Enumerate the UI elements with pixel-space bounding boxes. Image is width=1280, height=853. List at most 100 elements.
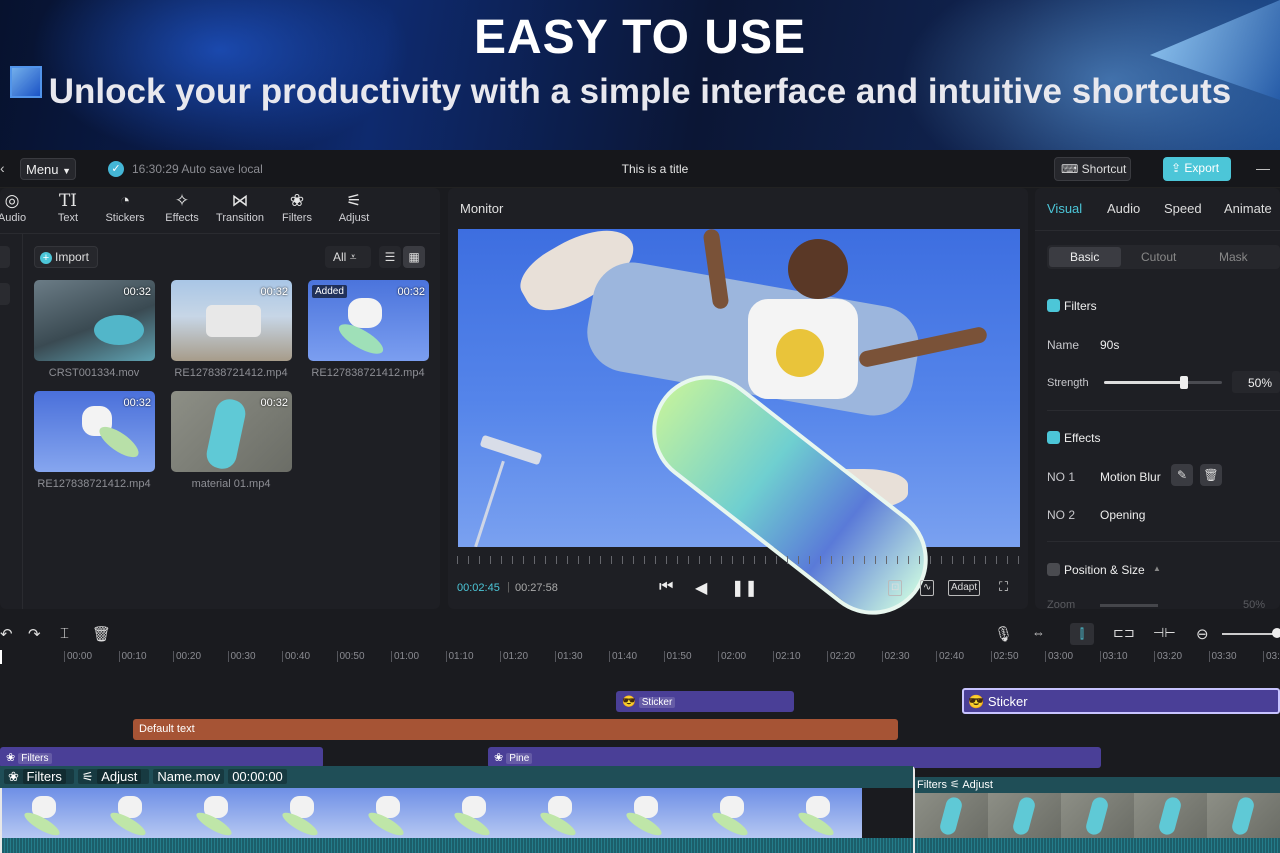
link-icon[interactable]: ⇔: [1032, 625, 1045, 640]
media-thumbnail[interactable]: 00:32: [171, 391, 292, 472]
snap-icon[interactable]: ⫿: [1070, 623, 1094, 645]
effects-checkbox[interactable]: [1047, 431, 1060, 444]
fullscreen-icon[interactable]: ⛶: [999, 579, 1008, 595]
filters-icon: ❀: [289, 191, 305, 210]
filter-dropdown[interactable]: All ⩡: [325, 246, 371, 268]
tool-effects[interactable]: ✧ Effects: [154, 190, 210, 224]
back-icon[interactable]: ‹: [0, 160, 5, 176]
delete-icon[interactable]: 🗑: [92, 625, 111, 643]
media-thumbnail[interactable]: 00:32: [171, 280, 292, 361]
sticker-emoji-icon: 😎: [622, 696, 636, 708]
split-icon[interactable]: ⌶: [60, 625, 69, 642]
waveform-icon[interactable]: ∿: [920, 580, 935, 596]
ruler-tick-label: 02:00: [718, 651, 746, 662]
tool-label: Filters: [282, 212, 312, 224]
stadium-light: [479, 434, 543, 466]
chip-label: Adjust: [97, 769, 142, 784]
microphone-icon[interactable]: 🎙: [994, 625, 1013, 643]
skip-back-icon[interactable]: ⏮: [659, 578, 673, 596]
adjust-chip[interactable]: ⚟ Adjust: [77, 769, 150, 784]
filmstrip-frame: [690, 788, 776, 838]
tab-audio[interactable]: Audio: [1107, 201, 1140, 216]
list-view-button[interactable]: ☰: [379, 246, 401, 268]
filters-checkbox[interactable]: [1047, 299, 1060, 312]
autosave-check-icon: ✓: [108, 161, 124, 177]
sticker-clip[interactable]: 😎 Sticker: [616, 691, 794, 712]
strength-knob[interactable]: [1179, 376, 1188, 389]
export-button[interactable]: ⇪ Export: [1163, 157, 1231, 181]
undo-icon[interactable]: ↶: [0, 625, 13, 643]
media-thumbnail[interactable]: 00:32: [34, 391, 155, 472]
export-label: Export: [1184, 161, 1220, 175]
tool-transition[interactable]: ⋈ Transition: [212, 190, 268, 224]
segment-mask[interactable]: Mask: [1219, 250, 1248, 264]
ruler-tick-label: 01:50: [663, 651, 692, 662]
media-thumbnail[interactable]: Added 00:32: [308, 280, 429, 361]
text-clip[interactable]: Default text: [133, 719, 898, 740]
ruler-tick-label: 02:30: [881, 651, 910, 662]
tab-visual[interactable]: Visual: [1047, 201, 1082, 216]
sticker-emoji-icon: 😎: [968, 694, 985, 709]
project-title[interactable]: This is a title: [560, 162, 750, 176]
ruler-tick-label: 01:00: [391, 651, 419, 662]
strength-input[interactable]: 50%: [1232, 371, 1280, 393]
second-clip-header[interactable]: Filters ⚟ Adjust: [915, 777, 1280, 793]
import-label: Import: [55, 250, 90, 264]
filmstrip-frame: [1134, 793, 1207, 838]
chevron-up-icon[interactable]: ▲: [1153, 564, 1161, 573]
sticker-clip-selected[interactable]: 😎 Sticker: [962, 688, 1280, 714]
segment-cutout[interactable]: Cutout: [1141, 250, 1176, 264]
monitor-label: Monitor: [460, 201, 504, 216]
side-tab[interactable]: [0, 246, 10, 268]
shirt-logo: [776, 329, 824, 377]
step-back-icon[interactable]: ◀: [695, 578, 707, 598]
crop-icon[interactable]: ⊡: [888, 580, 903, 596]
filters-chip[interactable]: ❀ Filters: [4, 769, 74, 784]
grid-view-icon: ▦: [408, 250, 420, 264]
tool-filters[interactable]: ❀ Filters: [269, 190, 325, 224]
position-checkbox[interactable]: [1047, 563, 1060, 576]
van-shape: [206, 305, 261, 337]
pine-filter-clip[interactable]: ❀ Pine: [488, 747, 1101, 768]
zoom-slider[interactable]: [1100, 604, 1158, 607]
added-badge: Added: [312, 285, 347, 298]
menu-button[interactable]: Menu ▼: [20, 158, 76, 180]
tool-text[interactable]: TI Text: [40, 190, 96, 224]
chain-icon[interactable]: ⊏⊐: [1113, 625, 1135, 641]
playback-scrubber[interactable]: [457, 556, 1019, 564]
filter-icon: ⩡: [349, 250, 357, 264]
edit-icon[interactable]: ✎: [1171, 464, 1193, 486]
trash-icon[interactable]: 🗑: [1200, 464, 1222, 486]
side-tab[interactable]: [0, 283, 10, 305]
segment-basic[interactable]: Basic: [1070, 250, 1099, 264]
second-clip-filmstrip[interactable]: [915, 793, 1280, 838]
ruler-tick-label: 02:40: [936, 651, 964, 662]
tool-label: Stickers: [105, 212, 145, 224]
pause-icon[interactable]: ❚❚: [731, 578, 758, 598]
filters-clip[interactable]: ❀ Filters: [0, 747, 323, 768]
autosave-status: 16:30:29 Auto save local: [132, 162, 263, 176]
redo-icon[interactable]: ↷: [28, 625, 41, 643]
tool-audio[interactable]: ◎ Audio: [0, 190, 40, 224]
main-clip-filmstrip: [2, 788, 913, 838]
strength-slider[interactable]: [1104, 376, 1222, 389]
adapt-button[interactable]: Adapt: [948, 580, 981, 596]
align-icon[interactable]: ⊣⊢: [1153, 625, 1176, 641]
ruler-tick-label: 03:00: [1045, 651, 1073, 662]
tool-adjust[interactable]: ⚟ Adjust: [326, 190, 382, 224]
tab-speed[interactable]: Speed: [1164, 201, 1202, 216]
media-thumbnail[interactable]: 00:32: [34, 280, 155, 361]
zoom-out-icon[interactable]: ⊖: [1196, 625, 1209, 643]
import-button[interactable]: + Import: [34, 246, 98, 268]
filmstrip-frame: [174, 788, 260, 838]
minimize-icon[interactable]: —: [1256, 160, 1270, 176]
filmstrip-frame: [915, 793, 988, 838]
grid-view-button[interactable]: ▦: [403, 246, 425, 268]
divider: [1035, 230, 1280, 231]
timeline-zoom-knob[interactable]: [1272, 628, 1280, 638]
playhead[interactable]: [0, 650, 2, 664]
tool-label: Text: [57, 212, 79, 224]
tab-animate[interactable]: Animate: [1224, 201, 1272, 216]
tool-stickers[interactable]: ◔ Stickers: [97, 190, 153, 224]
shortcut-button[interactable]: ⌨ Shortcut: [1054, 157, 1131, 181]
